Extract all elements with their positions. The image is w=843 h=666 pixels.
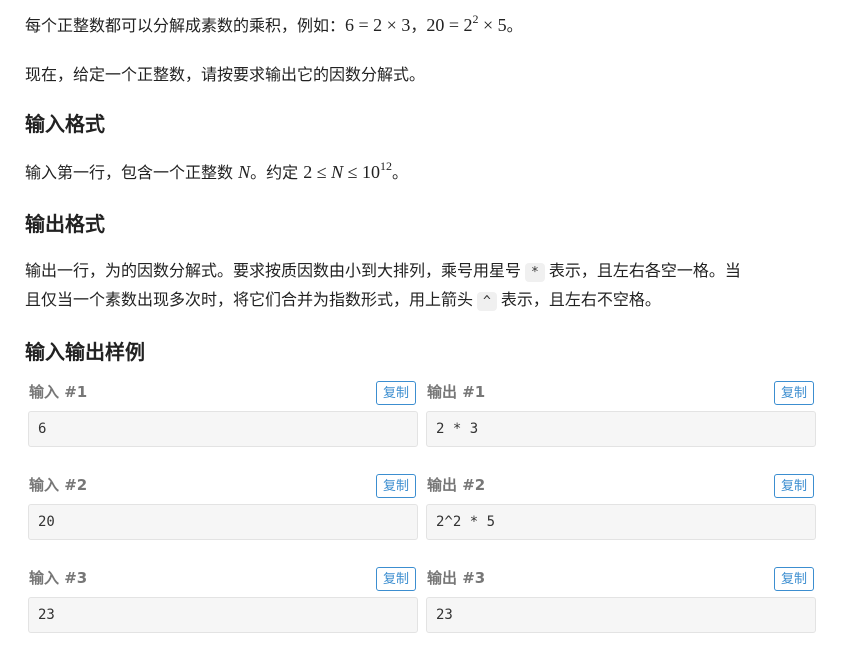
sample-input-label: 输入 #2 (29, 476, 88, 494)
separator-text: ， (410, 16, 427, 35)
period-text: 。 (506, 16, 523, 35)
sample-output-label: 输出 #1 (427, 383, 486, 401)
output-format-line-2: 且仅当一个素数出现多次时，将它们合并为指数形式，用上箭头 ^ 表示，且左右不空格。 (25, 285, 661, 317)
output-format-text-a: 输出一行，为的因数分解式。要求按质因数由小到大排列，乘号用星号 (25, 261, 522, 280)
code-caret: ^ (477, 292, 497, 311)
copy-output-button[interactable]: 复制 (774, 567, 814, 591)
description-paragraph-2: 现在，给定一个正整数，请按要求输出它的因数分解式。 (25, 65, 426, 84)
math-example-2: 20 = 22 × 5 (426, 13, 507, 35)
output-format-text-c: 且仅当一个素数出现多次时，将它们合并为指数形式，用上箭头 (25, 290, 474, 309)
output-format-text-b: 表示，且左右各空一格。当 (548, 261, 741, 280)
copy-output-button[interactable]: 复制 (774, 474, 814, 498)
sample-output-box[interactable]: 23 (426, 597, 816, 633)
input-format-mid: 。约定 (250, 163, 304, 182)
sample-input-label: 输入 #1 (29, 383, 88, 401)
code-star: * (525, 263, 545, 282)
sample-output-box[interactable]: 2^2 * 5 (426, 504, 816, 540)
copy-input-button[interactable]: 复制 (376, 381, 416, 405)
sample-output-box[interactable]: 2 * 3 (426, 411, 816, 447)
description-text: 每个正整数都可以分解成素数的乘积，例如： (25, 16, 346, 35)
output-format-title: 输出格式 (25, 212, 105, 236)
copy-input-button[interactable]: 复制 (376, 474, 416, 498)
input-format-end: 。 (392, 163, 409, 182)
sample-output-label: 输出 #2 (427, 476, 486, 494)
math-rest: × 5 (478, 15, 507, 35)
input-format-title: 输入格式 (25, 112, 105, 136)
problem-statement: 每个正整数都可以分解成素数的乘积，例如：6 = 2 × 3，20 = 22 × … (0, 0, 843, 666)
sample-input-label: 输入 #3 (29, 569, 88, 587)
math-range: 2 ≤ N ≤ 1012 (303, 159, 392, 182)
copy-output-button[interactable]: 复制 (774, 381, 814, 405)
sample-input-box[interactable]: 23 (28, 597, 418, 633)
math-base: 20 = 2 (426, 15, 473, 35)
sample-output-label: 输出 #3 (427, 569, 486, 587)
samples-title: 输入输出样例 (25, 340, 145, 364)
output-format-line-1: 输出一行，为的因数分解式。要求按质因数由小到大排列，乘号用星号 * 表示，且左右各空… (25, 256, 741, 288)
sample-input-box[interactable]: 20 (28, 504, 418, 540)
sample-input-box[interactable]: 6 (28, 411, 418, 447)
description-paragraph-1: 每个正整数都可以分解成素数的乘积，例如：6 = 2 × 3，20 = 22 × … (25, 10, 523, 41)
math-example-1: 6 = 2 × 3 (345, 15, 411, 35)
var-n: N (238, 162, 251, 182)
copy-input-button[interactable]: 复制 (376, 567, 416, 591)
input-format-prefix: 输入第一行，包含一个正整数 (25, 163, 239, 182)
input-format-text: 输入第一行，包含一个正整数 N。约定 2 ≤ N ≤ 1012。 (25, 157, 408, 188)
output-format-text-d: 表示，且左右不空格。 (500, 290, 661, 309)
